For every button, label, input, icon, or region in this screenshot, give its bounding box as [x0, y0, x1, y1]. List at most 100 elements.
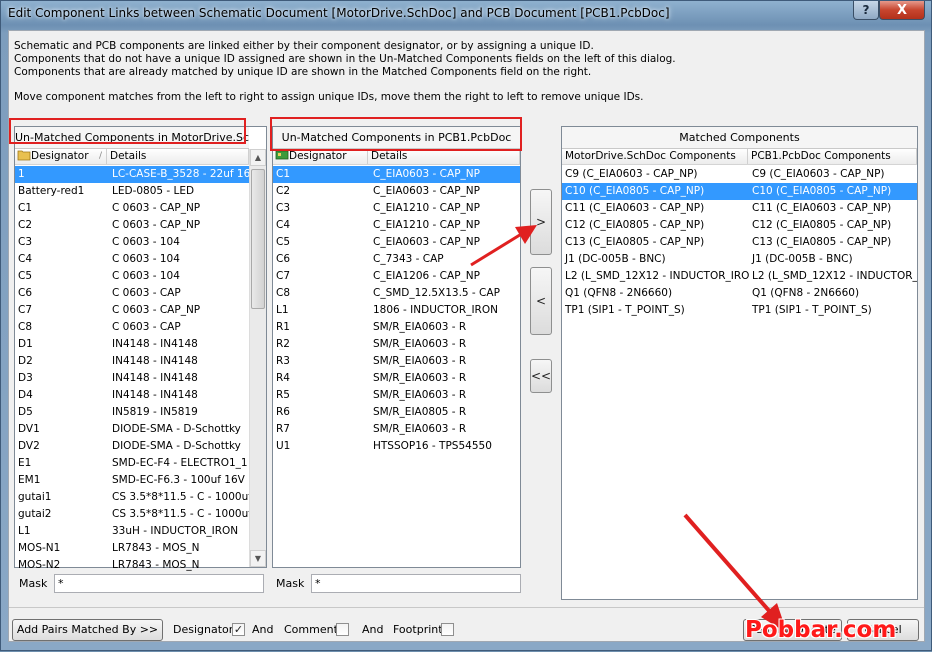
pcb-col-designator[interactable]: Designator [273, 149, 368, 164]
pcb-row[interactable]: C1 C_EIA0603 - CAP_NP [273, 166, 520, 183]
left-row-cell-2: C 0603 - CAP_NP [112, 219, 201, 231]
pcb-row[interactable]: R6 SM/R_EIA0805 - R [273, 404, 520, 421]
matched-col-pcb[interactable]: PCB1.PcbDoc Components [748, 149, 917, 164]
left-row-cell-2: SMD-EC-F6.3 - 100uf 16V [112, 474, 245, 486]
left-row-cell-2: C 0603 - CAP_NP [112, 304, 201, 316]
matched-row[interactable]: L2 (L_SMD_12X12 - INDUCTOR_IRO L2 (L_SMD_… [562, 268, 917, 285]
matched-row[interactable]: J1 (DC-005B - BNC) J1 (DC-005B - BNC) [562, 251, 917, 268]
pcb-row[interactable]: C4 C_EIA1210 - CAP_NP [273, 217, 520, 234]
left-row[interactable]: C8 C 0603 - CAP [15, 319, 249, 336]
left-row[interactable]: L1 33uH - INDUCTOR_IRON [15, 523, 249, 540]
close-button[interactable]: X [879, 1, 925, 20]
pcb-column-header: Designator Details [273, 149, 520, 165]
matched-row[interactable]: C10 (C_EIA0805 - CAP_NP) C10 (C_EIA0805 -… [562, 183, 917, 200]
scroll-thumb[interactable] [251, 169, 265, 309]
left-row[interactable]: D4 IN4148 - IN4148 [15, 387, 249, 404]
pcb-unmatched-panel: Un-Matched Components in PCB1.PcbDoc Des… [272, 126, 521, 568]
left-row[interactable]: D1 IN4148 - IN4148 [15, 336, 249, 353]
designator-checkbox[interactable]: ✓ [232, 623, 245, 636]
matched-column-header: MotorDrive.SchDoc Components PCB1.PcbDoc… [562, 149, 917, 165]
comment-checkbox[interactable] [336, 623, 349, 636]
matched-row[interactable]: Q1 (QFN8 - 2N6660) Q1 (QFN8 - 2N6660) [562, 285, 917, 302]
title-bar[interactable]: Edit Component Links between Schematic D… [1, 1, 931, 29]
watermark-text: Pobbar.com [745, 617, 897, 643]
pcb-row[interactable]: U1 HTSSOP16 - TPS54550 [273, 438, 520, 455]
left-row[interactable]: C7 C 0603 - CAP_NP [15, 302, 249, 319]
left-row[interactable]: D3 IN4148 - IN4148 [15, 370, 249, 387]
left-row[interactable]: gutai1 CS 3.5*8*11.5 - C - 1000uf 1( [15, 489, 249, 506]
left-row-cell-1: D2 [18, 355, 33, 367]
left-col-details[interactable]: Details [107, 149, 249, 164]
dialog-client: Schematic and PCB components are linked … [8, 30, 925, 642]
folder-icon [17, 150, 31, 161]
left-row-cell-1: gutai1 [18, 491, 52, 503]
matched-row[interactable]: C9 (C_EIA0603 - CAP_NP) C9 (C_EIA0603 - C… [562, 166, 917, 183]
left-row[interactable]: 1 LC-CASE-B_3528 - 22uf 16V [15, 166, 249, 183]
pcb-col-details[interactable]: Details [368, 149, 520, 164]
matched-row[interactable]: C12 (C_EIA0805 - CAP_NP) C12 (C_EIA0805 -… [562, 217, 917, 234]
left-mask-input[interactable]: * [54, 574, 264, 593]
pcb-row[interactable]: C7 C_EIA1206 - CAP_NP [273, 268, 520, 285]
and-label-2: And [362, 623, 384, 636]
scroll-down-arrow-icon[interactable]: ▼ [250, 550, 266, 567]
pcb-row[interactable]: R4 SM/R_EIA0603 - R [273, 370, 520, 387]
matched-row[interactable]: TP1 (SIP1 - T_POINT_S) TP1 (SIP1 - T_POIN… [562, 302, 917, 319]
move-right-button[interactable]: > [530, 189, 552, 255]
pcb-row[interactable]: R7 SM/R_EIA0603 - R [273, 421, 520, 438]
pcb-row[interactable]: R1 SM/R_EIA0603 - R [273, 319, 520, 336]
matched-row[interactable]: C11 (C_EIA0603 - CAP_NP) C11 (C_EIA0603 -… [562, 200, 917, 217]
pcb-row-cell-2: SM/R_EIA0603 - R [373, 389, 467, 401]
matched-col-sch[interactable]: MotorDrive.SchDoc Components [562, 149, 748, 164]
pcb-row[interactable]: R2 SM/R_EIA0603 - R [273, 336, 520, 353]
left-row[interactable]: D2 IN4148 - IN4148 [15, 353, 249, 370]
footprint-checkbox[interactable] [441, 623, 454, 636]
matched-row[interactable]: C13 (C_EIA0805 - CAP_NP) C13 (C_EIA0805 -… [562, 234, 917, 251]
left-row[interactable]: C2 C 0603 - CAP_NP [15, 217, 249, 234]
matched-row-cell-1: C10 (C_EIA0805 - CAP_NP) [565, 185, 705, 197]
left-row-cell-2: CS 3.5*8*11.5 - C - 1000uf 1( [112, 491, 249, 503]
scroll-up-arrow-icon[interactable]: ▲ [250, 149, 266, 166]
left-row[interactable]: C6 C 0603 - CAP [15, 285, 249, 302]
pcb-row[interactable]: R5 SM/R_EIA0603 - R [273, 387, 520, 404]
pcb-row[interactable]: C5 C_EIA0603 - CAP_NP [273, 234, 520, 251]
left-row-cell-2: DIODE-SMA - D-Schottky [112, 440, 241, 452]
left-row[interactable]: C3 C 0603 - 104 [15, 234, 249, 251]
footprint-label: Footprint [393, 623, 443, 636]
left-row[interactable]: MOS-N2 LR7843 - MOS_N [15, 557, 249, 574]
left-column-header: Designator / Details [15, 149, 249, 165]
left-row[interactable]: DV1 DIODE-SMA - D-Schottky [15, 421, 249, 438]
left-row-cell-2: C 0603 - CAP_NP [112, 202, 201, 214]
info-line-1: Schematic and PCB components are linked … [14, 40, 594, 52]
left-row-cell-1: C8 [18, 321, 33, 333]
left-row[interactable]: E1 SMD-EC-F4 - ELECTRO1_1 [15, 455, 249, 472]
left-panel-title: Un-Matched Components in MotorDrive.Sch.… [15, 127, 249, 149]
move-all-left-button[interactable]: << [530, 359, 552, 393]
left-row-cell-2: IN4148 - IN4148 [112, 389, 198, 401]
matched-row-cell-2: Q1 (QFN8 - 2N6660) [752, 287, 860, 299]
move-left-button[interactable]: < [530, 267, 552, 335]
left-row[interactable]: C5 C 0603 - 104 [15, 268, 249, 285]
pcb-row[interactable]: L1 1806 - INDUCTOR_IRON [273, 302, 520, 319]
pcb-row[interactable]: R3 SM/R_EIA0603 - R [273, 353, 520, 370]
left-row[interactable]: EM1 SMD-EC-F6.3 - 100uf 16V [15, 472, 249, 489]
left-row[interactable]: DV2 DIODE-SMA - D-Schottky [15, 438, 249, 455]
left-row[interactable]: C4 C 0603 - 104 [15, 251, 249, 268]
pcb-mask-input[interactable]: * [311, 574, 521, 593]
pcb-row[interactable]: C3 C_EIA1210 - CAP_NP [273, 200, 520, 217]
matched-panel-title: Matched Components [562, 127, 917, 149]
left-row[interactable]: Battery-red1 LED-0805 - LED [15, 183, 249, 200]
left-row-cell-1: D3 [18, 372, 33, 384]
left-row-cell-2: 33uH - INDUCTOR_IRON [112, 525, 239, 537]
left-col-designator[interactable]: Designator / [15, 149, 107, 164]
pcb-row[interactable]: C6 C_7343 - CAP [273, 251, 520, 268]
help-button[interactable]: ? [853, 1, 879, 20]
left-row[interactable]: MOS-N1 LR7843 - MOS_N [15, 540, 249, 557]
left-row[interactable]: D5 IN5819 - IN5819 [15, 404, 249, 421]
left-scrollbar[interactable]: ▲ ▼ [249, 149, 266, 567]
info-line-3: Components that are already matched by u… [14, 66, 592, 78]
left-row[interactable]: gutai2 CS 3.5*8*11.5 - C - 1000uf 1( [15, 506, 249, 523]
pcb-row[interactable]: C8 C_SMD_12.5X13.5 - CAP [273, 285, 520, 302]
pcb-row[interactable]: C2 C_EIA0603 - CAP_NP [273, 183, 520, 200]
left-row[interactable]: C1 C 0603 - CAP_NP [15, 200, 249, 217]
add-pairs-button[interactable]: Add Pairs Matched By >> [12, 619, 163, 641]
